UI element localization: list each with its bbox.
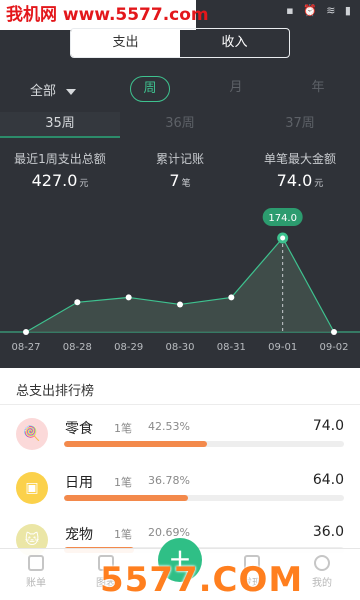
period-month[interactable]: 月 [216, 76, 256, 102]
stat-max-single: 单笔最大金额 74.0 元 [244, 150, 356, 190]
stat-value: 427.0 元 [31, 171, 89, 190]
stat-label: 最近1周支出总额 [14, 152, 106, 166]
ranking-item-amount: 64.0 [312, 472, 344, 488]
stat-label: 累计记账 [155, 152, 204, 166]
area-fill [26, 238, 334, 332]
ranking-item[interactable]: ▣ 日用 1笔 36.78% 64.0 [0, 464, 360, 518]
watermark-bottom: 5577.COM [100, 560, 304, 600]
tab-income[interactable]: 收入 [180, 29, 289, 57]
expense-income-toggle: 支出 收入 [70, 28, 290, 58]
x-tick-label: 09-02 [319, 342, 348, 353]
caret-down-icon [66, 88, 77, 95]
progress-track [64, 495, 344, 501]
period-year[interactable]: 年 [298, 76, 338, 102]
ranking-item-count: 1笔 [114, 476, 132, 489]
highlight-point-center [280, 235, 286, 241]
ranking-item-amount: 74.0 [312, 418, 344, 434]
stat-record-count: 累计记账 7笔 [130, 150, 230, 190]
tab-bills[interactable]: 账单 [6, 555, 66, 589]
ranking-item-name: 宠物 [65, 527, 93, 543]
data-point [23, 329, 29, 335]
category-filter-label: 全部 [30, 84, 57, 99]
value-badge-label: 174.0 [268, 213, 297, 224]
ranking-item-amount: 36.0 [312, 524, 344, 540]
ranking-title: 总支出排行榜 [16, 384, 95, 399]
progress-fill [64, 441, 207, 447]
user-icon [314, 555, 330, 571]
week-tab-35[interactable]: 35周 [0, 112, 120, 138]
status-icons: ▪ ⏰ ≋ ▮ [286, 4, 354, 17]
weekly-expense-chart: 174.0 08-27 08-28 08-29 08-30 08-31 09-01 09-02 [0, 208, 360, 353]
ranking-item-percent: 42.53% [148, 420, 190, 433]
stat-value: 74.0 元 [276, 171, 324, 190]
data-point [125, 294, 132, 301]
divider [0, 404, 360, 405]
lollipop-icon: 🍭 [16, 418, 48, 450]
period-week[interactable]: 周 [130, 76, 170, 102]
tab-expense[interactable]: 支出 [71, 29, 180, 57]
filter-row: 全部 周 月 年 [0, 75, 360, 103]
progress-track [64, 441, 344, 447]
category-filter-dropdown[interactable]: 全部 [30, 80, 77, 99]
x-tick-label: 08-29 [114, 342, 143, 353]
data-point [74, 299, 81, 306]
week-tab-37[interactable]: 37周 [240, 112, 360, 136]
ranking-item-name: 日用 [65, 475, 93, 491]
ranking-item[interactable]: 🍭 零食 1笔 42.53% 74.0 [0, 410, 360, 464]
stat-value: 7笔 [169, 171, 191, 190]
x-tick-label: 08-27 [11, 342, 40, 353]
watermark-top: 我机网 www.5577.com [0, 0, 209, 30]
progress-fill [64, 495, 188, 501]
week-tab-36[interactable]: 36周 [120, 112, 240, 136]
data-point [228, 294, 235, 301]
daily-goods-icon: ▣ [16, 472, 48, 504]
ranking-item-percent: 20.69% [148, 526, 190, 539]
week-tabs: 35周 36周 37周 [0, 112, 360, 138]
stat-week-total: 最近1周支出总额 427.0 元 [4, 150, 116, 190]
x-tick-label: 08-31 [217, 342, 246, 353]
ranking-item-percent: 36.78% [148, 474, 190, 487]
data-point [331, 329, 337, 335]
ranking-item-count: 1笔 [114, 422, 132, 435]
data-point [177, 301, 183, 308]
x-tick-label: 08-28 [63, 342, 92, 353]
ranking-item-count: 1笔 [114, 528, 132, 541]
x-tick-label: 08-30 [165, 342, 194, 353]
bill-icon [28, 555, 44, 571]
stat-label: 单笔最大金额 [263, 152, 336, 166]
ranking-item-name: 零食 [65, 421, 93, 437]
x-tick-label: 09-01 [268, 342, 297, 353]
summary-stats: 最近1周支出总额 427.0 元 累计记账 7笔 单笔最大金额 74.0 元 [0, 150, 360, 194]
